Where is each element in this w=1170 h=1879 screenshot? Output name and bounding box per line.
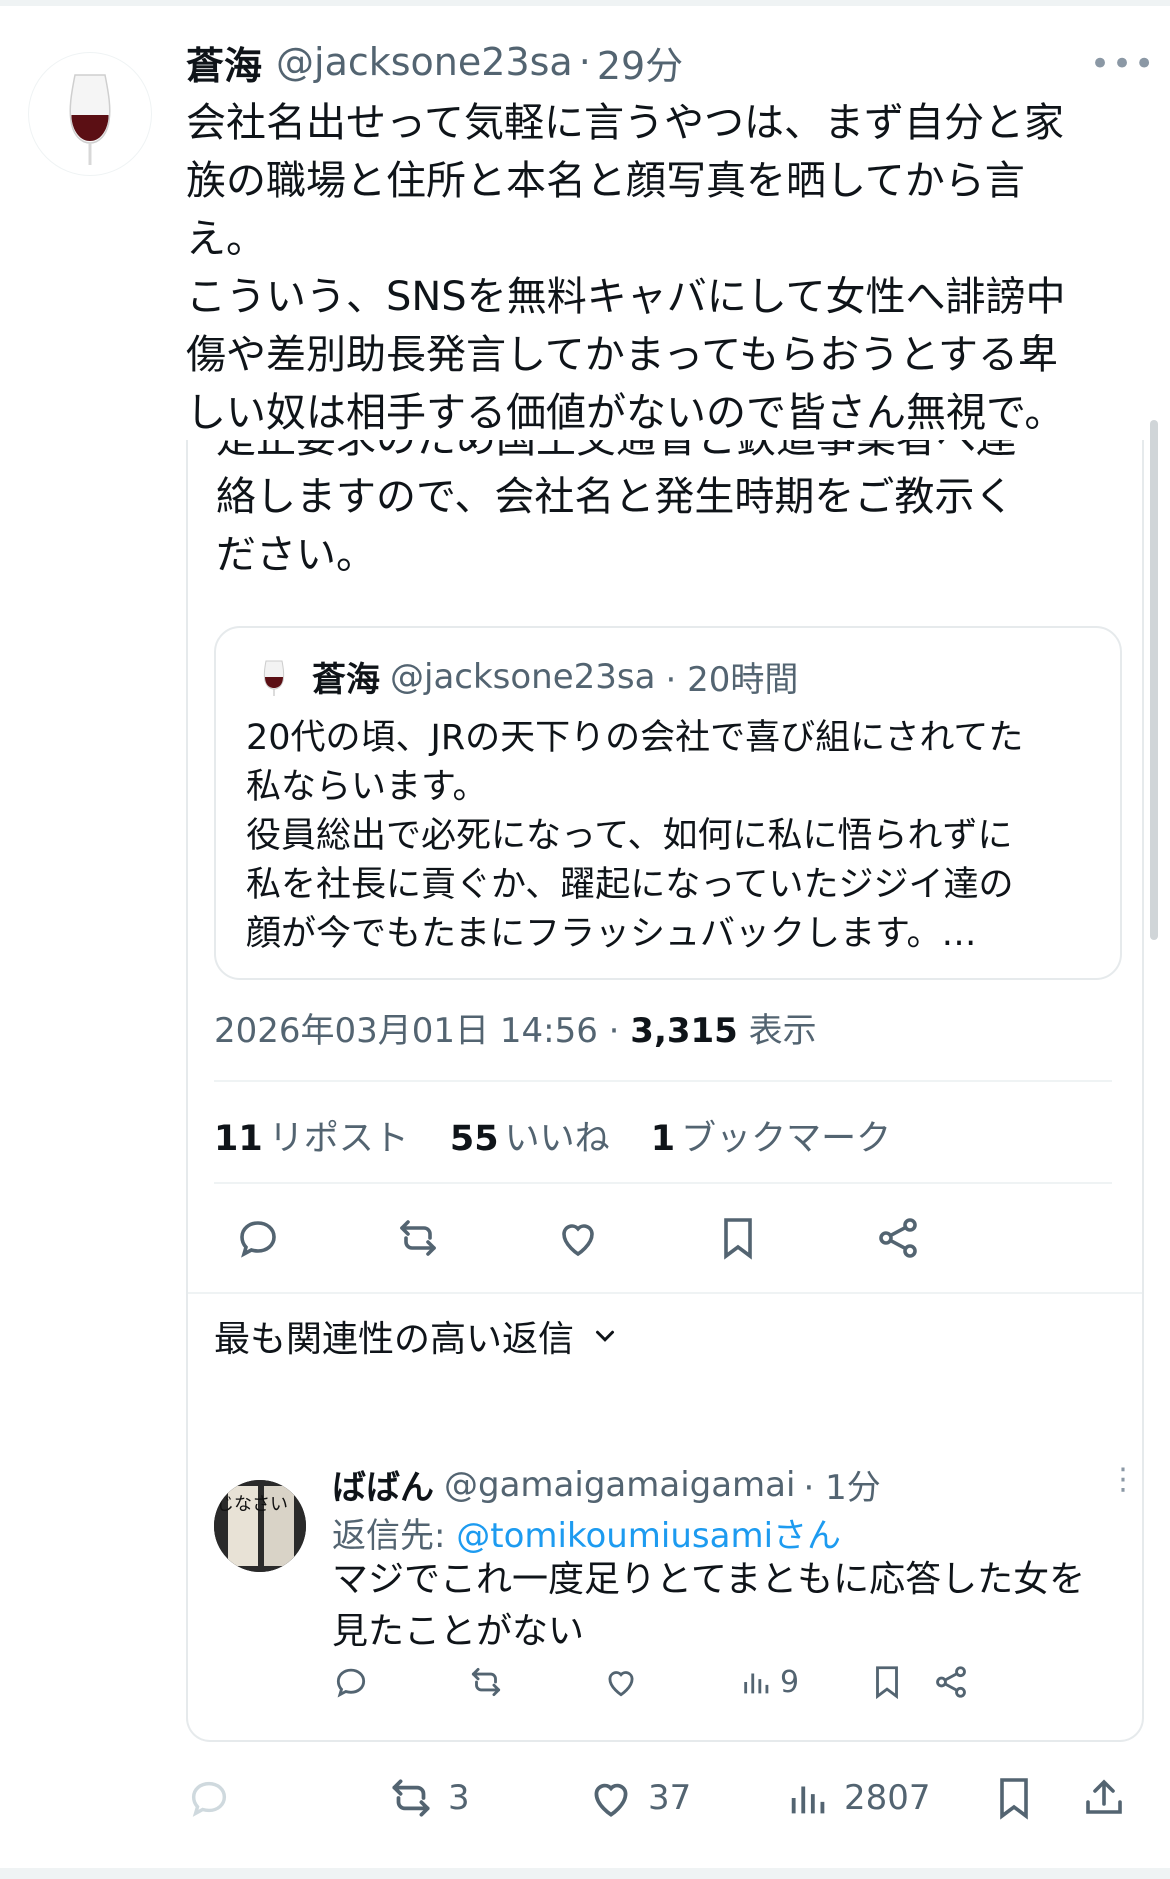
tweet-text: 会社名出せって気軽に言うやつは、まず自分と家 族の職場と住所と本名と顔写真を晒し… xyxy=(186,94,1126,442)
reply-to-label: 返信先: xyxy=(332,1516,446,1556)
reply-to-suffix: さん xyxy=(773,1516,842,1556)
main-action-bar: 3 37 2807 xyxy=(186,1758,1140,1838)
inner-quote-card[interactable]: 蒼海 @jacksone23sa · 20時間 20代の頃、JRの天下りの会社で… xyxy=(214,626,1122,980)
reply-more-icon[interactable]: ⋮ xyxy=(1108,1462,1138,1497)
like-icon[interactable] xyxy=(540,1200,616,1276)
tweet-line: こういう、SNSを無料キャバにして女性へ誹謗中 xyxy=(186,274,1066,320)
tweet-line: しい奴は相手する価値がないので皆さん無視で。 xyxy=(186,390,1065,436)
bookmark-icon[interactable] xyxy=(700,1200,776,1276)
retweet-icon[interactable] xyxy=(467,1652,505,1712)
tweet-line: 傷や差別助長発言してかまってもらおうとする卑 xyxy=(186,332,1058,378)
reply-icon[interactable] xyxy=(220,1200,296,1276)
quoted-tweet-card[interactable]: 是正要求のため国土交通省と鉄道事業者へ連 絡しますので、会社名と発生時期をご教示… xyxy=(186,440,1144,1742)
reply-to-link[interactable]: @tomikoumiusami xyxy=(456,1516,773,1556)
like-count: 37 xyxy=(648,1778,692,1818)
reply-line: マジでこれ一度足りとてまともに応答した女を xyxy=(332,1559,1086,1600)
retweet-icon xyxy=(392,1779,430,1817)
quoted-line: ださい。 xyxy=(216,532,376,578)
inner-line: 20代の頃、JRの天下りの会社で喜び組にされてた xyxy=(246,718,1024,758)
sort-label: 最も関連性の高い返信 xyxy=(214,1319,575,1360)
inner-line: 私ならいます。 xyxy=(246,767,488,807)
inner-line: 顔が今でもたまにフラッシュバックします。… xyxy=(246,914,977,954)
retweet-count: 3 xyxy=(448,1778,470,1818)
divider xyxy=(214,1182,1112,1184)
like-icon xyxy=(594,1783,628,1817)
engagement-stats: 11 リポスト 55 いいね 1 ブックマーク xyxy=(214,1110,921,1161)
inner-line: 私を社長に貢ぐか、躍起になっていたジジイ達の xyxy=(246,865,1014,905)
scrollbar[interactable] xyxy=(1150,420,1158,940)
divider xyxy=(214,1080,1112,1082)
quoted-line: 絡しますので、会社名と発生時期をご教示く xyxy=(216,474,1015,520)
share-icon[interactable] xyxy=(860,1200,936,1276)
svg-text:信じなさい: 信じなさい xyxy=(214,1494,288,1515)
inner-time: · 20時間 xyxy=(665,660,799,700)
reply-view-count: 9 xyxy=(780,1664,800,1700)
divider xyxy=(188,1292,1142,1294)
chevron-down-icon xyxy=(596,1330,615,1342)
like-button[interactable]: 37 xyxy=(586,1758,691,1838)
author-handle[interactable]: @jacksone23sa xyxy=(276,40,573,84)
bookmark-icon[interactable] xyxy=(990,1758,1038,1838)
views-icon xyxy=(744,1673,769,1694)
bookmark-icon[interactable] xyxy=(868,1652,906,1712)
reply-avatar[interactable]: 信じなさい xyxy=(214,1480,306,1572)
quoted-line: 是正要求のため国土交通省と鉄道事業者へ連 xyxy=(216,440,1116,468)
reply-icon[interactable] xyxy=(332,1652,370,1712)
reply-author-name[interactable]: ばばん xyxy=(332,1460,434,1509)
retweet-button[interactable]: 3 xyxy=(386,1758,470,1838)
reply-action-bar: 9 xyxy=(332,1652,1132,1712)
bottom-divider xyxy=(0,1868,1170,1879)
reply-time: · 1分 xyxy=(803,1468,881,1508)
reply-line: 見たことがない xyxy=(332,1611,585,1652)
action-bar xyxy=(214,1200,1114,1276)
reply-author-handle[interactable]: @gamaigamaigamai xyxy=(444,1465,795,1505)
inner-quote-header: 蒼海 @jacksone23sa · 20時間 xyxy=(254,652,798,701)
author-name[interactable]: 蒼海 xyxy=(186,35,262,90)
tweet-date: 2026年03月01日 14:56 · xyxy=(214,1011,620,1051)
bookmarks-stat[interactable]: 1 ブックマーク xyxy=(651,1119,891,1159)
retweet-icon[interactable] xyxy=(380,1200,456,1276)
views-count: 2807 xyxy=(844,1778,931,1818)
views-button[interactable]: 2807 xyxy=(786,1758,931,1838)
views-icon xyxy=(791,1786,825,1814)
reposts-stat[interactable]: 11 リポスト xyxy=(214,1119,409,1159)
inner-author-name[interactable]: 蒼海 xyxy=(312,652,380,701)
inner-avatar xyxy=(263,660,285,696)
inner-quote-text: 20代の頃、JRの天下りの会社で喜び組にされてた 私ならいます。 役員総出で必死… xyxy=(246,714,1096,959)
reply-header: ばばん @gamaigamaigamai · 1分 xyxy=(332,1460,881,1509)
tweet-header: 蒼海 @jacksone23sa · 29分 xyxy=(186,34,683,90)
tweet-meta: 2026年03月01日 14:56 · 3,315 表示 xyxy=(214,1003,817,1052)
author-avatar[interactable] xyxy=(28,52,152,176)
tweet-line: 族の職場と住所と本名と顔写真を晒してから言 xyxy=(186,158,1025,204)
share-icon[interactable] xyxy=(1080,1758,1128,1838)
view-count: 3,315 xyxy=(630,1011,738,1051)
more-icon[interactable]: ••• xyxy=(1090,44,1156,84)
time-separator: · xyxy=(578,40,591,84)
view-label: 表示 xyxy=(748,1011,817,1051)
tweet-line: え。 xyxy=(186,216,266,262)
views-stat[interactable]: 9 xyxy=(740,1652,799,1712)
tweet-line: 会社名出せって気軽に言うやつは、まず自分と家 xyxy=(186,100,1064,146)
inner-author-handle[interactable]: @jacksone23sa xyxy=(390,657,655,697)
quoted-text: 是正要求のため国土交通省と鉄道事業者へ連 絡しますので、会社名と発生時期をご教示… xyxy=(216,440,1116,584)
tweet-time[interactable]: 29分 xyxy=(597,35,683,90)
top-divider xyxy=(0,0,1170,6)
inner-line: 役員総出で必死になって、如何に私に悟られずに xyxy=(246,816,1013,856)
reply-icon[interactable] xyxy=(186,1758,232,1838)
reply-to-line: 返信先: @tomikoumiusamiさん xyxy=(332,1508,841,1557)
share-icon[interactable] xyxy=(932,1652,970,1712)
like-icon[interactable] xyxy=(602,1652,640,1712)
likes-stat[interactable]: 55 いいね xyxy=(450,1119,610,1159)
reply-sort-dropdown[interactable]: 最も関連性の高い返信 xyxy=(214,1310,620,1362)
reply-text: マジでこれ一度足りとてまともに応答した女を 見たことがない xyxy=(332,1554,1122,1658)
